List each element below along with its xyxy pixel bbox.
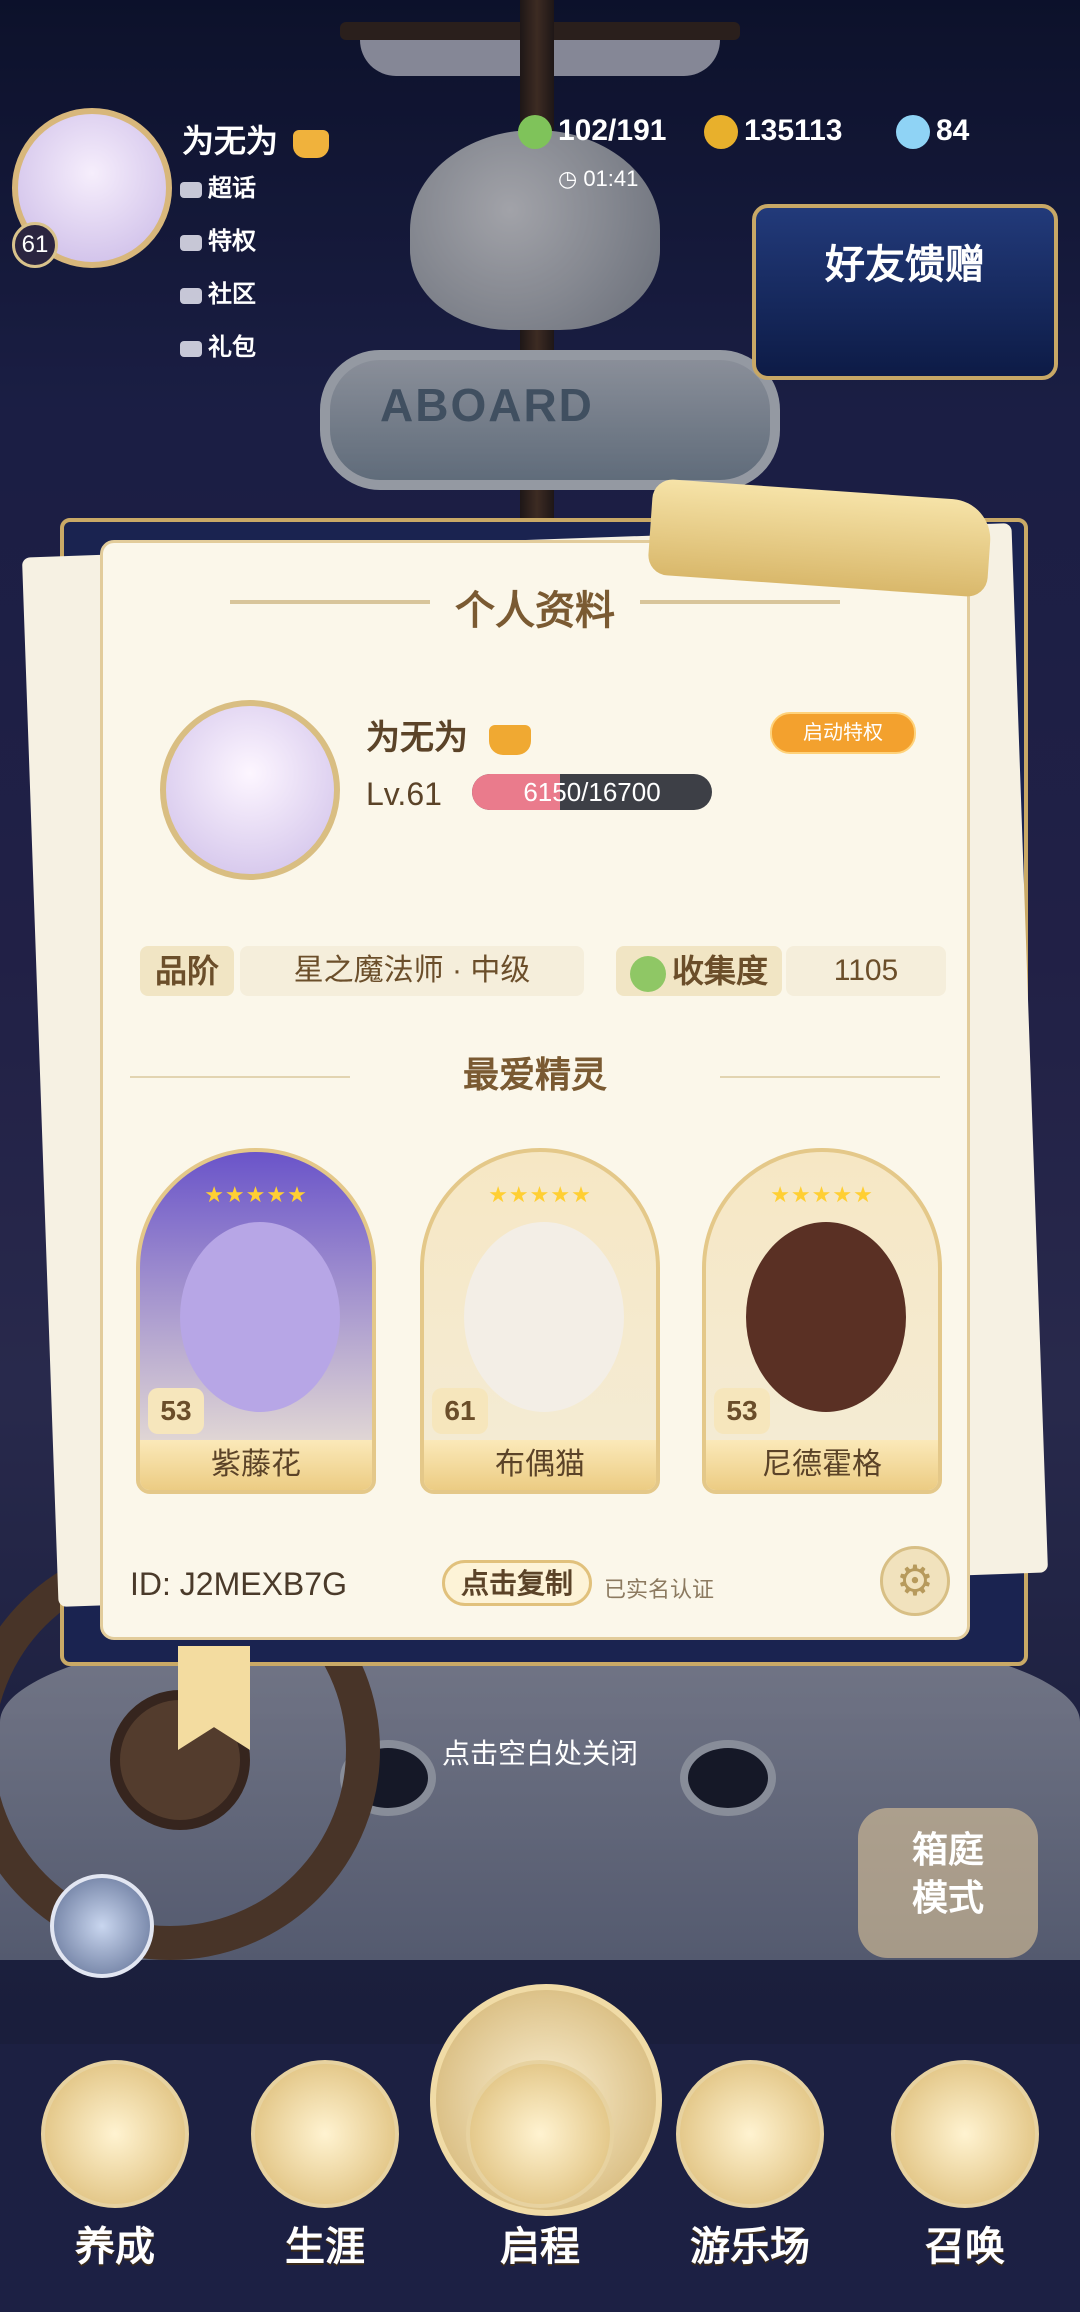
- id-value: J2MEXB7G: [179, 1566, 347, 1602]
- hud-links: 超话 特权 社区 礼包: [180, 168, 380, 380]
- player-name: 为无为: [182, 116, 329, 162]
- collection-label: 收集度: [616, 946, 782, 996]
- pet-portrait: [464, 1222, 624, 1412]
- clover-value: 102/191: [558, 114, 667, 147]
- resource-gold[interactable]: 135113: [704, 114, 843, 150]
- pet-portrait: [180, 1222, 340, 1412]
- star-rating: ★★★★★: [204, 1182, 308, 1207]
- crown-icon: [489, 725, 532, 756]
- nav-label: 游乐场: [690, 2225, 810, 2269]
- stamina-timer: ◷ 01:41: [558, 166, 639, 191]
- star-rating: ★★★★★: [770, 1182, 874, 1207]
- link-label: 超话: [208, 175, 256, 202]
- clover-icon: [518, 115, 552, 150]
- link-label: 礼包: [208, 334, 256, 361]
- mode-label-line2: 模式: [911, 1877, 984, 1918]
- summon-card-icon: [891, 2060, 1039, 2208]
- player-id: ID: J2MEXB7G: [130, 1566, 347, 1603]
- mask-icon: [180, 287, 202, 304]
- collection-label-text: 收集度: [671, 953, 768, 989]
- activate-privilege-button[interactable]: 启动特权: [770, 712, 916, 754]
- crystal-value: 84: [936, 114, 970, 147]
- pet-level: 61: [432, 1388, 488, 1434]
- nav-departure[interactable]: 启程: [445, 2060, 635, 2280]
- star-rating: ★★★★★: [488, 1182, 592, 1207]
- xp-text: 6150/16700: [523, 777, 661, 807]
- rank-value: 星之魔法师 · 中级: [240, 946, 584, 996]
- book-icon: [466, 2060, 614, 2208]
- pet-level: 53: [714, 1388, 770, 1434]
- link-label: 特权: [208, 228, 256, 255]
- mode-label-line1: 箱庭: [911, 1829, 984, 1870]
- link-community[interactable]: 社区: [180, 274, 256, 309]
- gold-value: 135113: [744, 114, 843, 147]
- link-privilege[interactable]: 特权: [180, 221, 256, 256]
- collection-value: 1105: [786, 946, 946, 996]
- profile-name-text: 为无为: [366, 719, 468, 757]
- nav-summon[interactable]: 召唤: [870, 2060, 1060, 2280]
- favorites-title: 最爱精灵: [462, 1054, 607, 1095]
- profile-avatar[interactable]: [160, 700, 340, 880]
- crown-icon: [292, 129, 329, 158]
- gift-icon: [180, 340, 202, 357]
- nav-playground[interactable]: 游乐场: [655, 2060, 845, 2280]
- favorite-pet-card[interactable]: ★★★★★ 61 布偶猫: [420, 1148, 660, 1494]
- close-hint: 点击空白处关闭: [441, 1738, 638, 1769]
- profile-name: 为无为: [366, 710, 532, 759]
- nav-label: 养成: [75, 2225, 155, 2269]
- pet-name: 布偶猫: [424, 1440, 656, 1490]
- crown-icon: [251, 2060, 399, 2208]
- resource-clover[interactable]: 102/191: [518, 114, 667, 150]
- link-label: 社区: [208, 281, 256, 308]
- profile-title: 个人资料: [455, 589, 615, 633]
- clover-icon: [629, 955, 666, 992]
- resource-crystal[interactable]: 84: [896, 114, 970, 150]
- moon-orb-icon[interactable]: [50, 1874, 154, 1978]
- pet-name: 紫藤花: [140, 1440, 372, 1490]
- profile-level: Lv.61: [366, 776, 442, 812]
- link-gift-pack[interactable]: 礼包: [180, 327, 256, 362]
- pet-level: 53: [148, 1388, 204, 1434]
- verified-text: 已实名认证: [604, 1577, 715, 1602]
- player-level-badge: 61: [12, 222, 58, 268]
- pet-portrait: [746, 1222, 906, 1412]
- crystal-icon: [896, 115, 930, 150]
- nav-label: 启程: [500, 2225, 580, 2269]
- crown-icon: [180, 234, 202, 251]
- playground-icon: [676, 2060, 824, 2208]
- garden-mode-button[interactable]: 箱庭 模式: [858, 1808, 1038, 1958]
- id-label: ID:: [130, 1566, 171, 1602]
- copy-id-button[interactable]: 点击复制: [442, 1560, 592, 1606]
- friend-gift-banner[interactable]: 好友馈赠: [752, 204, 1058, 380]
- link-super-topic[interactable]: 超话: [180, 168, 256, 203]
- favorite-pet-card[interactable]: ★★★★★ 53 紫藤花: [136, 1148, 376, 1494]
- pet-name: 尼德霍格: [706, 1440, 938, 1490]
- growth-icon: [41, 2060, 189, 2208]
- nav-label: 生涯: [285, 2225, 365, 2269]
- timer-value: 01:41: [583, 166, 639, 191]
- rank-label: 品阶: [140, 946, 234, 996]
- nav-growth[interactable]: 养成: [20, 2060, 210, 2280]
- favorite-pet-card[interactable]: ★★★★★ 53 尼德霍格: [702, 1148, 942, 1494]
- nav-label: 召唤: [925, 2225, 1005, 2269]
- gold-coin-icon: [704, 115, 738, 150]
- settings-gear-icon[interactable]: ⚙: [880, 1546, 950, 1616]
- heart-icon: [180, 181, 202, 198]
- player-name-text: 为无为: [182, 123, 279, 159]
- nav-career[interactable]: 生涯: [230, 2060, 420, 2280]
